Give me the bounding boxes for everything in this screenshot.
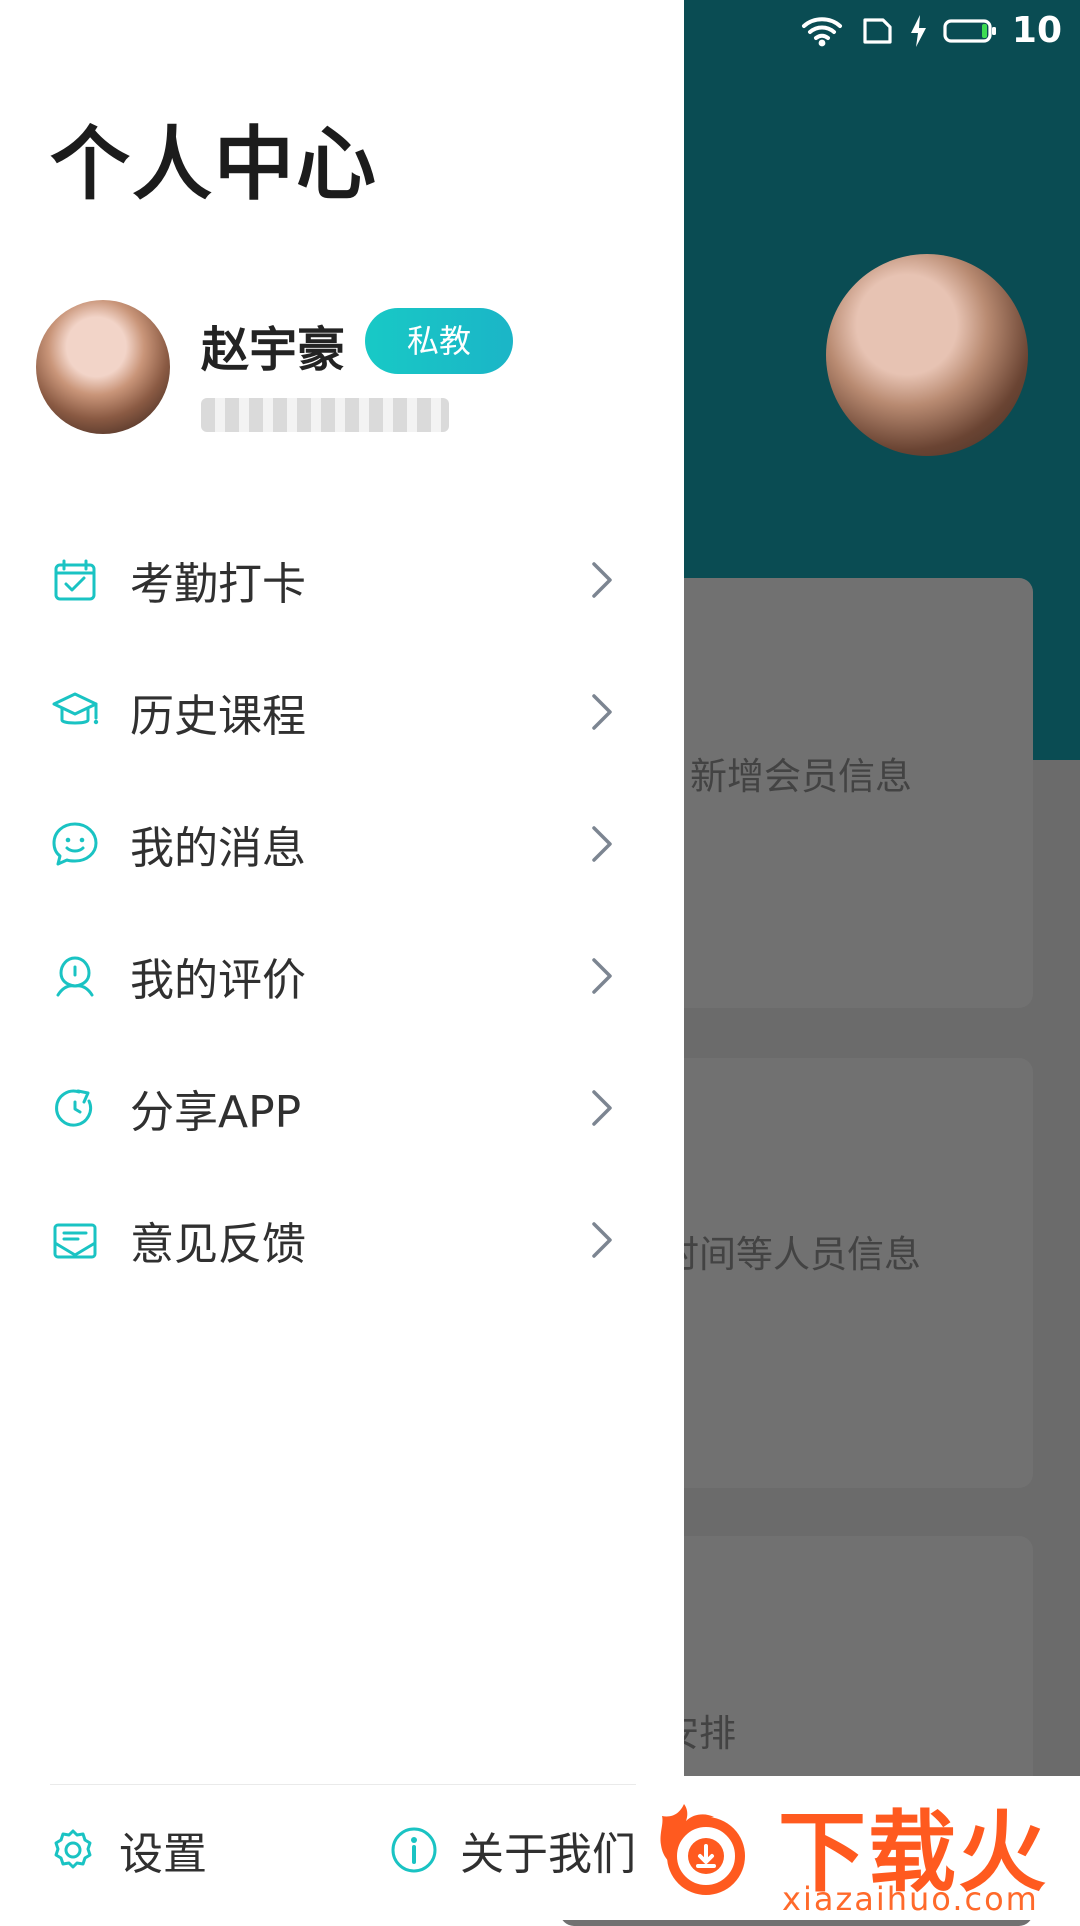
share-refresh-icon	[50, 1083, 100, 1133]
chat-bubble-icon	[50, 819, 100, 869]
background-avatar	[826, 254, 1028, 456]
about-us-label: 关于我们	[460, 1829, 636, 1880]
wifi-icon	[800, 14, 844, 48]
watermark: 下载火 xiazaihuo.com	[636, 1776, 1080, 1920]
menu-item-my-reviews[interactable]: 我的评价	[0, 910, 684, 1042]
menu-item-label: 历史课程	[130, 691, 306, 742]
role-badge: 私教	[365, 308, 513, 374]
battery-icon	[942, 14, 998, 48]
menu-item-label: 分享APP	[130, 1087, 302, 1138]
settings-button[interactable]: 设置	[47, 1815, 207, 1885]
menu-item-label: 我的评价	[130, 955, 306, 1006]
battery-level: 10	[1011, 10, 1062, 51]
profile-section[interactable]: 赵宇豪 私教	[36, 300, 656, 440]
navigation-drawer: 个人中心 赵宇豪 私教 考勤打卡 历史课程 我的消息 我的评价 分享APP 意见…	[0, 0, 684, 1920]
gear-icon	[47, 1824, 99, 1876]
status-bar: 10	[800, 6, 1062, 56]
charging-icon	[908, 14, 928, 48]
settings-label: 设置	[119, 1829, 207, 1880]
download-flame-logo-icon	[646, 1792, 764, 1910]
info-icon	[388, 1824, 440, 1876]
background-card-text: 新增会员信息	[690, 755, 912, 798]
chevron-right-icon	[588, 690, 616, 734]
sim-icon	[858, 16, 894, 46]
background-card-text: 时间等人员信息	[662, 1233, 921, 1276]
chevron-right-icon	[588, 1218, 616, 1262]
menu-item-course-history[interactable]: 历史课程	[0, 646, 684, 778]
drawer-menu: 考勤打卡 历史课程 我的消息 我的评价 分享APP 意见反馈	[0, 514, 684, 1306]
flower-icon	[50, 951, 100, 1001]
graduation-cap-icon	[50, 687, 100, 737]
drawer-footer-divider	[50, 1784, 640, 1785]
calendar-check-icon	[50, 555, 100, 605]
drawer-title: 个人中心	[50, 118, 378, 211]
menu-item-label: 考勤打卡	[130, 559, 306, 610]
menu-item-attendance[interactable]: 考勤打卡	[0, 514, 684, 646]
menu-item-feedback[interactable]: 意见反馈	[0, 1174, 684, 1306]
chevron-right-icon	[588, 954, 616, 998]
menu-item-messages[interactable]: 我的消息	[0, 778, 684, 910]
watermark-domain: xiazaihuo.com	[782, 1880, 1039, 1918]
menu-item-label: 意见反馈	[130, 1219, 306, 1270]
menu-item-share-app[interactable]: 分享APP	[0, 1042, 684, 1174]
masked-phone-number	[201, 398, 449, 432]
feedback-envelope-icon	[50, 1215, 100, 1265]
profile-name: 赵宇豪	[201, 322, 346, 378]
chevron-right-icon	[588, 558, 616, 602]
about-us-button[interactable]: 关于我们	[388, 1815, 636, 1885]
chevron-right-icon	[588, 822, 616, 866]
chevron-right-icon	[588, 1086, 616, 1130]
avatar[interactable]	[36, 300, 170, 434]
menu-item-label: 我的消息	[130, 823, 306, 874]
